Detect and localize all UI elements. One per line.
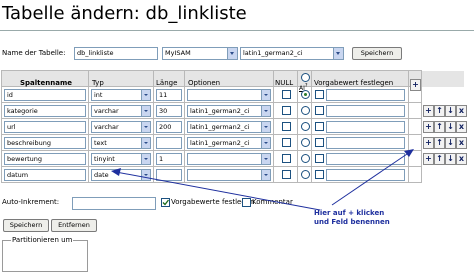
annotation-line-1: Hier auf + klicken (314, 209, 385, 217)
arrowhead-icon (404, 149, 414, 157)
arrow-to-name-field (115, 171, 321, 211)
annotation-note: Hier auf + klicken und Feld benennen (314, 209, 390, 227)
arrowhead-icon (111, 168, 121, 176)
annotation-arrows (111, 149, 414, 211)
arrow-to-add-button (331, 151, 411, 206)
annotation-line-2: und Feld benennen (314, 218, 390, 226)
